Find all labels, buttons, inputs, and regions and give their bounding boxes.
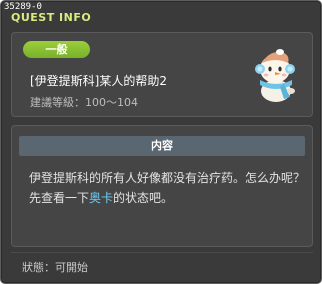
- npc-name-link[interactable]: 奥卡: [89, 191, 113, 205]
- quest-category-badge: 一般: [23, 41, 90, 58]
- desc-text-2: 的状态吧。: [113, 191, 174, 205]
- quest-info-window: 35289-0 QUEST INFO 一般 [伊登提斯科]某人的帮助2 建議等級…: [0, 0, 322, 284]
- quest-content-panel: 内容 伊登提斯科的所有人好像都没有治疗药。怎么办呢？先查看一下奥卡的状态吧。: [11, 125, 313, 247]
- snowman-npc-icon: [255, 49, 295, 102]
- quest-description: 伊登提斯科的所有人好像都没有治疗药。怎么办呢？先查看一下奥卡的状态吧。: [29, 168, 305, 208]
- quest-header-panel: 一般 [伊登提斯科]某人的帮助2 建議等級：100～104: [11, 32, 313, 117]
- divider: [11, 252, 313, 253]
- quest-level: 建議等級：100～104: [30, 96, 138, 109]
- quest-name: [伊登提斯科]某人的帮助2: [30, 74, 167, 88]
- window-title: QUEST INFO: [11, 11, 92, 24]
- content-header: 内容: [19, 136, 305, 156]
- quest-status: 狀態：可開始: [22, 261, 88, 274]
